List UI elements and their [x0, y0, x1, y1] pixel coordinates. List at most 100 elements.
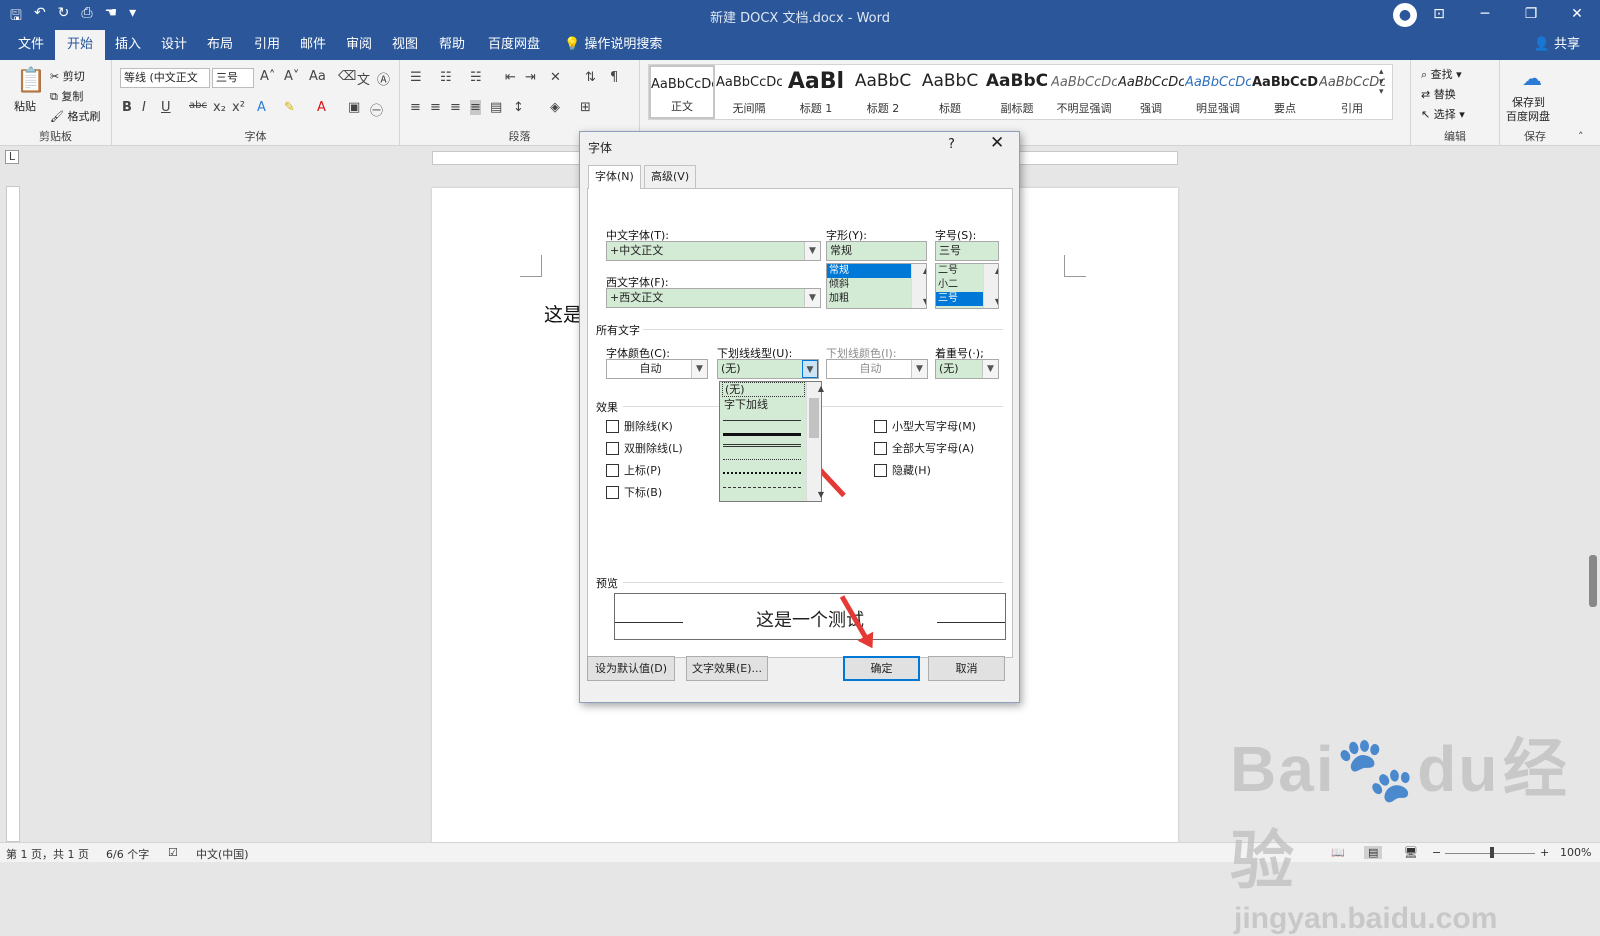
- highlight-icon[interactable]: ✎: [284, 100, 295, 115]
- tab-design[interactable]: 设计: [149, 30, 199, 60]
- style-item[interactable]: AaBbCcDc 不明显强调: [1051, 65, 1117, 119]
- paste-icon[interactable]: 📋: [16, 66, 46, 94]
- tab-home[interactable]: 开始: [55, 30, 106, 60]
- chinese-layout-icon[interactable]: ✕: [550, 70, 561, 85]
- underline-color-select[interactable]: 自动 ▼: [826, 359, 928, 379]
- copy-button[interactable]: ⧉ 复制: [50, 88, 83, 104]
- font-name-box[interactable]: 等线 (中文正文: [120, 68, 210, 88]
- tab-help[interactable]: 帮助: [427, 30, 477, 60]
- share-button[interactable]: 👤 共享: [1534, 30, 1580, 60]
- distributed-icon[interactable]: ▤: [490, 100, 502, 115]
- page-count[interactable]: 第 1 页，共 1 页: [6, 846, 89, 862]
- char-border-icon[interactable]: Ⓐ: [377, 69, 390, 88]
- tab-mailings[interactable]: 邮件: [288, 30, 338, 60]
- italic-icon[interactable]: I: [142, 100, 146, 115]
- ok-button[interactable]: 确定: [843, 656, 920, 681]
- emphasis-mark-select[interactable]: (无) ▼: [935, 359, 999, 379]
- align-left-icon[interactable]: ≡: [410, 100, 421, 115]
- list-scrollbar[interactable]: ▲▼: [983, 264, 998, 308]
- style-item[interactable]: AaBl 标题 1: [783, 65, 849, 119]
- language-indicator[interactable]: 中文(中国): [196, 846, 249, 862]
- tab-layout[interactable]: 布局: [195, 30, 245, 60]
- baidu-cloud-icon[interactable]: ☁: [1522, 66, 1542, 90]
- scroll-up-icon[interactable]: ▲: [919, 266, 926, 275]
- tab-review[interactable]: 审阅: [334, 30, 384, 60]
- vertical-ruler[interactable]: [6, 186, 20, 842]
- select-button[interactable]: ↖ 选择 ▾: [1421, 106, 1465, 122]
- style-item[interactable]: AaBbC 标题 2: [850, 65, 916, 119]
- dialog-close-icon[interactable]: ✕: [990, 133, 1004, 153]
- decrease-indent-icon[interactable]: ⇤: [505, 70, 516, 85]
- font-size-list[interactable]: 二号 小二 三号 ▲▼: [935, 263, 999, 309]
- account-avatar-icon[interactable]: ●: [1393, 3, 1417, 27]
- underline-option-thick-dotted[interactable]: [723, 472, 801, 474]
- enclose-char-icon[interactable]: ㊀: [370, 100, 383, 119]
- set-default-button[interactable]: 设为默认值(D): [587, 656, 675, 681]
- tab-view[interactable]: 视图: [380, 30, 430, 60]
- font-color-icon[interactable]: A: [317, 100, 326, 115]
- strikethrough-checkbox[interactable]: 删除线(K): [606, 418, 673, 434]
- scroll-down-icon[interactable]: ▼: [919, 297, 926, 306]
- change-case-icon[interactable]: Aa: [309, 69, 326, 84]
- vertical-scrollbar-thumb[interactable]: [1589, 555, 1597, 607]
- numbering-icon[interactable]: ☷: [440, 70, 452, 85]
- all-caps-checkbox[interactable]: 全部大写字母(A): [874, 440, 974, 456]
- minimize-icon[interactable]: ─: [1462, 0, 1508, 30]
- style-item[interactable]: AaBbCcDc 引用: [1319, 65, 1385, 119]
- sort-icon[interactable]: ⇅: [585, 70, 596, 85]
- double-strikethrough-checkbox[interactable]: 双删除线(L): [606, 440, 683, 456]
- style-item[interactable]: AaBbCcDc 明显强调: [1185, 65, 1251, 119]
- west-font-select[interactable]: +西文正文 ▼: [606, 288, 821, 308]
- small-caps-checkbox[interactable]: 小型大写字母(M): [874, 418, 976, 434]
- restore-icon[interactable]: ❐: [1508, 0, 1554, 30]
- grow-font-icon[interactable]: A˄: [260, 69, 275, 84]
- tab-references[interactable]: 引用: [242, 30, 292, 60]
- underline-icon[interactable]: U: [161, 100, 171, 115]
- underline-option-double[interactable]: [723, 444, 801, 447]
- underline-style-dropdown[interactable]: (无) 字下加线 ▲ ▼: [719, 381, 824, 502]
- underline-option-word[interactable]: 字下加线: [722, 397, 805, 412]
- bold-icon[interactable]: B: [122, 100, 132, 115]
- underline-option-single[interactable]: [723, 420, 801, 421]
- subscript-checkbox[interactable]: 下标(B): [606, 484, 662, 500]
- superscript-checkbox[interactable]: 上标(P): [606, 462, 661, 478]
- scroll-thumb[interactable]: [809, 398, 819, 438]
- borders-icon[interactable]: ⊞: [580, 100, 591, 115]
- style-item[interactable]: AaBbCcDc 正文: [649, 65, 715, 119]
- justify-icon[interactable]: ≡: [470, 100, 481, 115]
- scroll-up-icon[interactable]: ▲: [814, 384, 828, 393]
- tab-font[interactable]: 字体(N): [588, 165, 641, 189]
- cut-button[interactable]: ✂ 剪切: [50, 68, 85, 84]
- style-item[interactable]: AaBbCcDc 无间隔: [716, 65, 782, 119]
- text-effects-icon[interactable]: A: [257, 100, 266, 115]
- line-spacing-icon[interactable]: ↕: [513, 100, 524, 115]
- font-color-select[interactable]: 自动 ▼: [606, 359, 708, 379]
- shading-icon[interactable]: ◈: [550, 100, 560, 115]
- scroll-up-icon[interactable]: ▲: [991, 266, 998, 275]
- clear-format-icon[interactable]: ⌫: [338, 69, 356, 84]
- increase-indent-icon[interactable]: ⇥: [525, 70, 536, 85]
- show-marks-icon[interactable]: ¶: [610, 70, 618, 85]
- char-shading-icon[interactable]: ▣: [348, 100, 360, 115]
- subscript-icon[interactable]: x₂: [213, 100, 226, 115]
- multilevel-list-icon[interactable]: ☵: [470, 70, 482, 85]
- superscript-icon[interactable]: x²: [232, 100, 245, 115]
- tab-stop-icon[interactable]: L: [5, 150, 19, 164]
- dropdown-scrollbar[interactable]: ▲ ▼: [806, 382, 824, 501]
- font-style-input[interactable]: 常规: [826, 241, 927, 261]
- style-item[interactable]: AaBbCcD 要点: [1252, 65, 1318, 119]
- bullets-icon[interactable]: ☰: [410, 70, 422, 85]
- strikethrough-icon[interactable]: abc: [189, 100, 207, 111]
- font-size-box[interactable]: 三号: [212, 68, 254, 88]
- tab-baidu-netdisk[interactable]: 百度网盘: [476, 30, 552, 60]
- scroll-down-icon[interactable]: ▼: [991, 297, 998, 306]
- underline-option-none[interactable]: (无): [722, 382, 805, 397]
- word-count[interactable]: 6/6 个字: [106, 846, 149, 862]
- underline-option-thick[interactable]: [723, 433, 801, 436]
- tab-file[interactable]: 文件: [6, 30, 56, 60]
- style-item[interactable]: AaBbC 副标题: [984, 65, 1050, 119]
- tab-insert[interactable]: 插入: [103, 30, 153, 60]
- hidden-checkbox[interactable]: 隐藏(H): [874, 462, 931, 478]
- phonetic-guide-icon[interactable]: 文: [357, 69, 370, 88]
- close-icon[interactable]: ✕: [1554, 0, 1600, 30]
